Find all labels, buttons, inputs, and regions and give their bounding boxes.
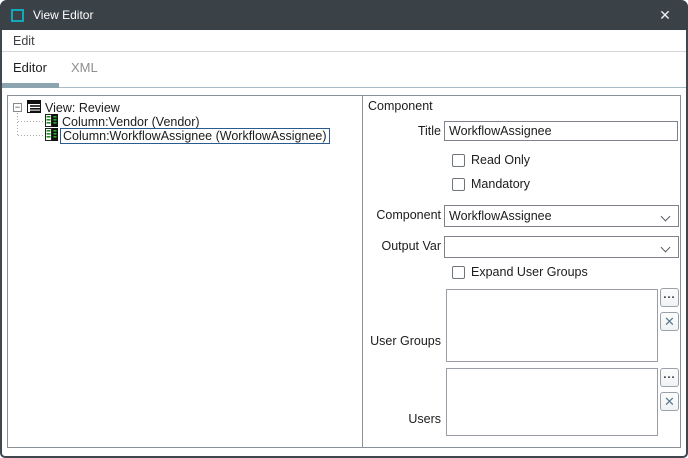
menu-bar: Edit <box>2 30 686 52</box>
component-dropdown[interactable]: WorkflowAssignee <box>444 205 679 227</box>
component-dropdown-label: Component <box>363 208 441 222</box>
tab-editor[interactable]: Editor <box>13 60 47 75</box>
tree-node-view-review[interactable]: − View: Review <box>8 100 120 115</box>
expand-user-groups-checkbox[interactable] <box>452 266 465 279</box>
menu-item-edit[interactable]: Edit <box>9 30 39 52</box>
users-listbox[interactable] <box>446 368 658 436</box>
title-bar[interactable]: View Editor ✕ <box>0 0 688 30</box>
tab-bar: Editor XML <box>2 53 686 88</box>
tree-node-label: View: Review <box>45 101 120 115</box>
tree-node-label-selected: Column:WorkflowAssignee (WorkflowAssigne… <box>60 128 330 144</box>
title-field-label: Title <box>363 124 441 138</box>
app-window-icon <box>11 9 24 22</box>
mandatory-checkbox[interactable] <box>452 178 465 191</box>
read-only-checkbox[interactable] <box>452 154 465 167</box>
expand-user-groups-label: Expand User Groups <box>471 265 588 279</box>
read-only-checkbox-row[interactable]: Read Only <box>452 153 530 167</box>
read-only-label: Read Only <box>471 153 530 167</box>
title-input[interactable] <box>444 121 678 141</box>
tab-separator-line <box>2 87 686 88</box>
chevron-down-icon <box>661 212 671 222</box>
expand-user-groups-checkbox-row[interactable]: Expand User Groups <box>452 265 588 279</box>
users-clear-icon[interactable]: ✕ <box>660 392 679 411</box>
output-var-dropdown[interactable] <box>444 236 679 258</box>
tree-node-column-workflowassignee[interactable]: Column:WorkflowAssignee (WorkflowAssigne… <box>8 128 330 143</box>
tree-node-label: Column:Vendor (Vendor) <box>62 115 200 129</box>
user-groups-clear-icon[interactable]: ✕ <box>660 312 679 331</box>
column-icon <box>45 128 58 144</box>
mandatory-checkbox-row[interactable]: Mandatory <box>452 177 530 191</box>
user-groups-listbox[interactable] <box>446 289 658 362</box>
user-groups-label: User Groups <box>363 334 441 348</box>
component-dropdown-value: WorkflowAssignee <box>449 209 552 223</box>
tab-xml[interactable]: XML <box>71 60 98 75</box>
users-label: Users <box>363 412 441 426</box>
view-editor-window: View Editor ✕ Edit Editor XML − <box>0 0 688 458</box>
active-tab-indicator <box>2 83 59 88</box>
component-group-label: Component <box>368 99 433 113</box>
close-icon[interactable]: ✕ <box>642 0 688 30</box>
output-var-dropdown-label: Output Var <box>363 239 441 253</box>
view-tree-pane[interactable]: − View: Review <box>8 96 363 447</box>
chevron-down-icon <box>661 243 671 253</box>
component-detail-pane: Component Title Read Only Mandatory Comp… <box>363 96 680 447</box>
collapse-icon[interactable]: − <box>13 103 22 112</box>
users-browse-button[interactable]: ... <box>660 368 679 387</box>
mandatory-label: Mandatory <box>471 177 530 191</box>
window-title: View Editor <box>33 0 93 30</box>
user-groups-browse-button[interactable]: ... <box>660 288 679 307</box>
editor-content-panel: − View: Review <box>7 95 681 448</box>
